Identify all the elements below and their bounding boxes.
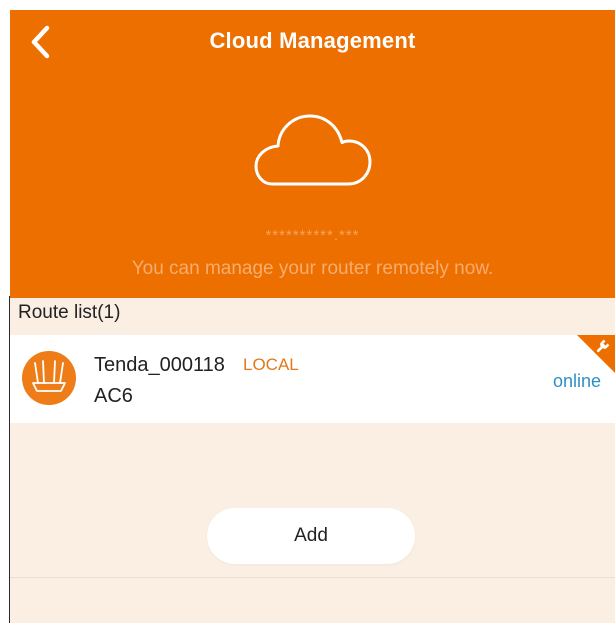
header: Cloud Management **********.*** You can … [10, 10, 615, 298]
router-list-item[interactable]: Tenda_000118 LOCAL AC6 online [10, 335, 615, 423]
bottom-divider [10, 577, 615, 578]
add-router-button[interactable]: Add [207, 508, 415, 564]
router-avatar [22, 351, 76, 405]
cloud-icon [254, 114, 372, 186]
router-settings-corner[interactable] [577, 335, 615, 373]
corner-triangle [577, 335, 615, 373]
masked-account: **********.*** [265, 227, 360, 244]
cloud-management-screen: Cloud Management **********.*** You can … [10, 10, 615, 623]
router-model: AC6 [94, 385, 133, 407]
remote-status-message: You can manage your router remotely now. [131, 258, 494, 279]
local-badge: LOCAL [243, 355, 299, 374]
page-title: Cloud Management [209, 28, 416, 53]
router-icon [32, 360, 66, 392]
route-list-title: Route list(1) [18, 302, 121, 323]
router-name: Tenda_000118 [94, 354, 225, 376]
router-status: online [552, 371, 601, 391]
